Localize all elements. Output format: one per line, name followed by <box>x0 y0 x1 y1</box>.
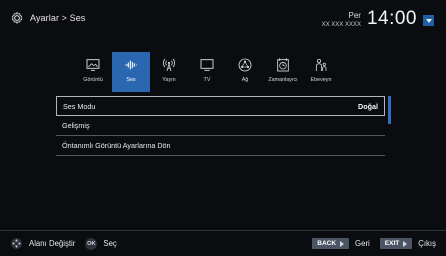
exit-label: Çıkış <box>418 239 436 248</box>
arrow-right-icon <box>340 240 345 247</box>
timer-icon <box>277 58 289 72</box>
top-bar: Ayarlar > Ses Per XX XXX XXXX 14:00 <box>0 0 446 44</box>
back-hint[interactable]: BACK Geri <box>312 238 370 249</box>
back-label: Geri <box>355 239 370 248</box>
navigate-label: Alanı Değiştir <box>29 239 76 248</box>
tab-tv[interactable]: TV <box>188 52 226 92</box>
menu-item-ses-modu[interactable]: Ses Modu Doğal <box>56 96 385 116</box>
tab-label: Ebeveyn <box>310 77 332 83</box>
ok-key: OK <box>85 237 98 250</box>
exit-hint[interactable]: EXIT Çıkış <box>379 238 436 249</box>
tab-label: Yayın <box>162 77 176 83</box>
tab-label: Zamanlayıcı <box>268 77 298 83</box>
breadcrumb-text: Ayarlar > Ses <box>30 13 86 23</box>
back-key: BACK <box>312 238 350 249</box>
broadcast-icon <box>163 58 175 72</box>
tab-goruntu[interactable]: Görüntü <box>74 52 112 92</box>
tab-yayin[interactable]: Yayın <box>150 52 188 92</box>
menu-item-label: Öntanımlı Görüntü Ayarlarına Dön <box>62 141 171 150</box>
tab-label: Görüntü <box>83 77 103 83</box>
tab-zamanlayici[interactable]: Zamanlayıcı <box>264 52 302 92</box>
navigate-hint: Alanı Değiştir <box>10 237 75 250</box>
tv-icon <box>200 59 214 71</box>
ok-hint: OK Seç <box>85 237 117 250</box>
settings-screen: Ayarlar > Ses Per XX XXX XXXX 14:00 Görü… <box>0 0 446 256</box>
clock: Per XX XXX XXXX 14:00 <box>322 9 434 28</box>
scrollbar[interactable] <box>388 96 391 124</box>
footer-left: Alanı Değiştir OK Seç <box>10 237 117 250</box>
tab-label: Ağ <box>241 77 249 83</box>
tab-label: TV <box>203 77 211 83</box>
menu-item-gelismis[interactable]: Gelişmiş <box>56 116 385 136</box>
settings-tabs: Görüntü Ses Yayın TV Ağ Zamanlayıcı Ebev… <box>74 52 378 92</box>
date-block: Per XX XXX XXXX <box>321 11 361 29</box>
tab-label: Ses <box>126 77 136 83</box>
menu-item-label: Ses Modu <box>63 101 96 111</box>
menu-item-reset-defaults[interactable]: Öntanımlı Görüntü Ayarlarına Dön <box>56 136 385 156</box>
day-label: Per <box>348 11 361 20</box>
chevron-down-icon[interactable] <box>423 15 434 26</box>
sound-icon <box>125 60 137 70</box>
time-label: 14:00 <box>366 8 417 29</box>
settings-list: Ses Modu Doğal Gelişmiş Öntanımlı Görünt… <box>56 96 385 156</box>
tab-ses[interactable]: Ses <box>112 52 150 92</box>
footer-right: BACK Geri EXIT Çıkış <box>312 238 436 249</box>
network-icon <box>238 58 252 72</box>
tab-ag[interactable]: Ağ <box>226 52 264 92</box>
parental-icon <box>315 58 327 71</box>
dpad-icon <box>11 238 22 249</box>
back-key-text: BACK <box>317 240 337 247</box>
breadcrumb: Ayarlar > Ses <box>10 11 85 25</box>
tab-ebeveyn[interactable]: Ebeveyn <box>302 52 340 92</box>
footer-hints: Alanı Değiştir OK Seç BACK Geri EXIT Çık… <box>0 230 446 256</box>
date-label: XX XXX XXXX <box>321 22 361 28</box>
ok-label: Seç <box>103 239 117 248</box>
menu-item-value: Doğal <box>358 101 378 111</box>
gear-icon <box>11 12 23 24</box>
picture-icon <box>86 59 100 71</box>
exit-key-text: EXIT <box>384 240 400 247</box>
menu-item-label: Gelişmiş <box>62 121 90 130</box>
arrow-right-icon <box>403 240 408 247</box>
exit-key: EXIT <box>379 238 413 249</box>
